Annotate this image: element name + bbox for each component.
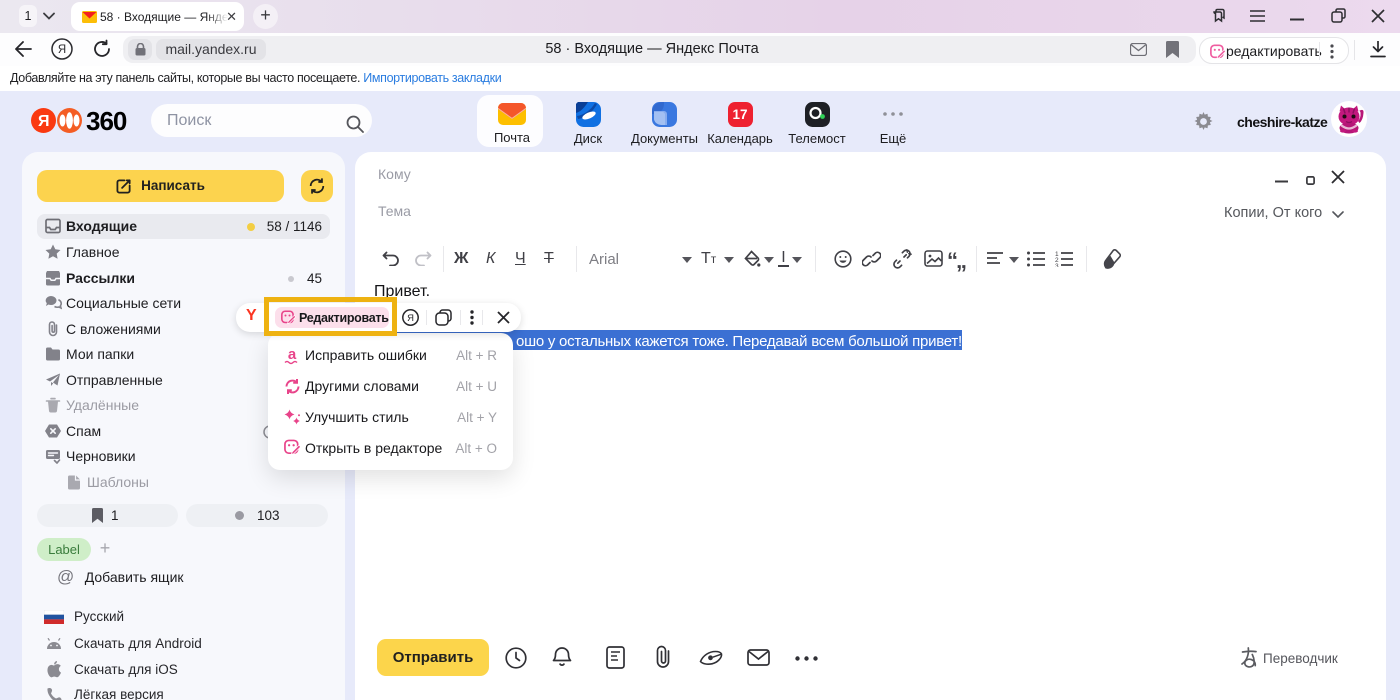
svg-text:3: 3 (1055, 263, 1059, 267)
svg-text:Я: Я (407, 313, 414, 324)
svg-text:a: a (288, 346, 297, 363)
svg-text:Я: Я (58, 44, 66, 56)
svg-text:360: 360 (86, 107, 127, 134)
svg-text:Я: Я (38, 113, 50, 130)
